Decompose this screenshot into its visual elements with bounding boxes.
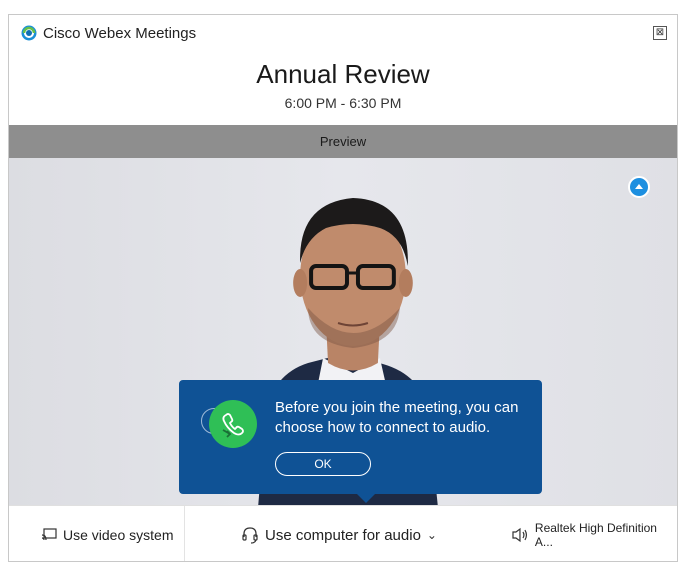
phone-glyph <box>222 413 244 438</box>
speaker-icon <box>512 527 528 543</box>
footer-divider <box>184 506 185 561</box>
phone-icon <box>209 400 257 448</box>
background-blur-glyph <box>635 184 643 189</box>
webex-logo-icon <box>21 25 37 41</box>
audio-footer: Use video system Use computer for audio … <box>9 505 677 561</box>
speaker-device-label: Realtek High Definition A... <box>534 521 657 549</box>
cast-screen-icon <box>41 528 57 541</box>
title-bar: Cisco Webex Meetings ⊠ <box>9 15 677 53</box>
speaker-device-selector[interactable]: Realtek High Definition A... <box>511 506 677 561</box>
meeting-title: Annual Review <box>256 59 430 89</box>
audio-connection-label: Use computer for audio <box>265 526 421 544</box>
preview-label: Preview <box>319 134 367 149</box>
ok-button[interactable]: OK <box>275 452 371 476</box>
webex-window: Cisco Webex Meetings ⊠ Annual Review 6:0… <box>8 14 678 562</box>
tooltip-pointer <box>356 493 376 503</box>
tooltip-message: Before you join the meeting, you can cho… <box>275 399 519 436</box>
headset-icon <box>242 527 258 544</box>
use-video-system-button[interactable]: Use video system <box>41 506 174 561</box>
chevron-down-icon: ⌄ <box>426 528 437 542</box>
use-video-system-label: Use video system <box>63 527 174 543</box>
audio-connection-dropdown[interactable]: Use computer for audio ⌄ <box>241 506 437 561</box>
screen-top-strip <box>0 0 678 14</box>
close-icon[interactable]: ⊠ <box>653 26 667 40</box>
audio-tooltip: Before you join the meeting, you can cho… <box>179 380 542 494</box>
background-blur-icon[interactable] <box>628 176 650 198</box>
preview-bar: Preview <box>9 125 677 158</box>
app-title: Cisco Webex Meetings <box>43 25 197 42</box>
meeting-time: 6:00 PM - 6:30 PM <box>284 95 402 111</box>
